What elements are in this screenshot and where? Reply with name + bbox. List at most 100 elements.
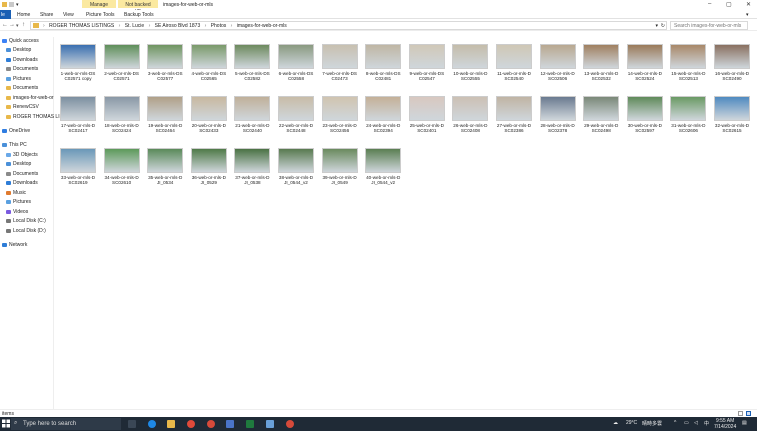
quick-access-toolbar-icon[interactable] xyxy=(9,2,14,7)
file-item[interactable]: 25-web-or-mls-D SC02401 xyxy=(405,96,449,146)
excel-icon[interactable] xyxy=(246,420,254,428)
file-item[interactable]: 18-web-or-mls-D SC02424 xyxy=(100,96,144,146)
file-item[interactable]: 38-web-or-mls-D JI_0544_v2 xyxy=(274,148,318,198)
file-item[interactable]: 30-web-or-mls-D SC02597 xyxy=(623,96,667,146)
taskbar-search-box[interactable]: ⌕ Type here to search xyxy=(11,418,121,430)
file-item[interactable]: 22-web-or-mls-D SC02448 xyxy=(274,96,318,146)
nav-item[interactable]: Downloads xyxy=(6,179,38,187)
file-item[interactable]: 26-web-or-mls-D SC02408 xyxy=(448,96,492,146)
nav-item[interactable]: Local Disk (D:) xyxy=(6,227,46,235)
language-icon[interactable]: 中 xyxy=(704,420,709,427)
tab-backup-status[interactable]: Not backed up xyxy=(118,0,158,14)
search-input[interactable] xyxy=(674,23,744,29)
minimize-icon[interactable]: – xyxy=(708,1,711,7)
large-icons-view-icon[interactable] xyxy=(746,411,751,416)
active-window-icon[interactable] xyxy=(226,420,234,428)
file-item[interactable]: 24-web-or-mls-D SC02394 xyxy=(361,96,405,146)
file-item[interactable]: 8-web-or-mls-DS C02481 xyxy=(361,44,405,94)
file-item[interactable]: 16-web-or-mls-D SC02490 xyxy=(710,44,754,94)
chrome-icon[interactable] xyxy=(286,420,294,428)
weather-icon[interactable]: ☁ xyxy=(613,420,618,426)
file-item[interactable]: 37-web-or-mls-D JI_0538 xyxy=(230,148,274,198)
file-item[interactable]: 29-web-or-mls-D SC02498 xyxy=(579,96,623,146)
file-item[interactable]: 33-web-or-mls-D SC02619 xyxy=(56,148,100,198)
nav-item[interactable]: Downloads xyxy=(6,56,38,64)
tab-file[interactable]: le xyxy=(0,10,11,19)
app-icon[interactable] xyxy=(266,420,274,428)
close-icon[interactable]: ✕ xyxy=(746,1,751,8)
file-item[interactable]: 32-web-or-mls-D SC02615 xyxy=(710,96,754,146)
nav-item[interactable]: OneDrive xyxy=(2,127,30,135)
weather-condition[interactable]: 晴時多雲 xyxy=(642,420,662,427)
volume-icon[interactable]: ◁ xyxy=(694,420,698,426)
recent-locations-icon[interactable]: ▾ xyxy=(16,23,19,29)
file-item[interactable]: 7-web-or-mls-DS C02473 xyxy=(318,44,362,94)
file-item[interactable]: 20-web-or-mls-D SC02433 xyxy=(187,96,231,146)
tab-view[interactable]: View xyxy=(63,12,74,18)
details-view-icon[interactable] xyxy=(738,411,743,416)
file-item[interactable]: 19-web-or-mls-D SC02464 xyxy=(143,96,187,146)
tab-share[interactable]: Share xyxy=(40,12,53,18)
chrome-profile-icon[interactable] xyxy=(207,420,215,428)
nav-item[interactable]: Local Disk (C:) xyxy=(6,217,46,225)
file-item[interactable]: 2-web-or-mls-DS C02571 xyxy=(100,44,144,94)
file-item[interactable]: 21-web-or-mls-D SC02440 xyxy=(230,96,274,146)
file-item[interactable]: 17-web-or-mls-D SC02417 xyxy=(56,96,100,146)
chrome-icon[interactable] xyxy=(187,420,195,428)
file-item[interactable]: 34-web-or-mls-D SC02610 xyxy=(100,148,144,198)
breadcrumb-item[interactable]: images-for-web-or-mls xyxy=(237,23,287,29)
nav-item[interactable]: Documents xyxy=(6,84,38,92)
file-item[interactable]: 9-web-or-mls-DS C02547 xyxy=(405,44,449,94)
nav-item[interactable]: Documents xyxy=(6,65,38,73)
nav-item[interactable]: 3D Objects xyxy=(6,151,38,159)
file-item[interactable]: 14-web-or-mls-D SC02524 xyxy=(623,44,667,94)
file-item[interactable]: 6-web-or-mls-DS C02558 xyxy=(274,44,318,94)
up-arrow-icon[interactable]: ↑ xyxy=(22,22,25,28)
file-item[interactable]: 13-web-or-mls-D SC02532 xyxy=(579,44,623,94)
windows-start-icon[interactable] xyxy=(2,419,10,428)
file-item[interactable]: 4-web-or-mls-DS C02565 xyxy=(187,44,231,94)
nav-item[interactable]: This PC xyxy=(2,141,27,149)
chevron-up-icon[interactable]: ^ xyxy=(674,420,676,426)
ribbon-collapse-icon[interactable]: ▾ xyxy=(746,12,749,18)
file-item[interactable]: 31-web-or-mls-D SC02606 xyxy=(666,96,710,146)
file-item[interactable]: 39-web-or-mls-D JI_0549 xyxy=(318,148,362,198)
nav-item[interactable]: Pictures xyxy=(6,75,31,83)
search-field[interactable] xyxy=(670,21,748,30)
file-item[interactable]: 40-web-or-mls-D JI_0544_v2 xyxy=(361,148,405,198)
nav-item[interactable]: Music xyxy=(6,189,26,197)
maximize-icon[interactable]: ▢ xyxy=(726,1,732,8)
edge-icon[interactable] xyxy=(148,420,156,428)
nav-item[interactable]: Documents xyxy=(6,170,38,178)
nav-item[interactable]: ROGER THOMAS LI xyxy=(6,113,60,121)
tab-backup-tools[interactable]: Backup Tools xyxy=(124,12,154,18)
file-explorer-icon[interactable] xyxy=(167,420,175,428)
nav-item[interactable]: Network xyxy=(2,241,27,249)
nav-item[interactable]: RenewCSV xyxy=(6,103,39,111)
clock[interactable]: 9:55 AM 7/14/2024 xyxy=(714,418,736,430)
back-arrow-icon[interactable]: ← xyxy=(2,22,8,28)
tab-picture-tools[interactable]: Picture Tools xyxy=(86,12,115,18)
weather-temperature[interactable]: 29°C xyxy=(626,420,637,426)
nav-item[interactable]: Desktop xyxy=(6,46,31,54)
notifications-icon[interactable]: ▤ xyxy=(742,420,747,426)
file-item[interactable]: 35-web-or-mls-D JI_0534 xyxy=(143,148,187,198)
file-item[interactable]: 11-web-or-mls-D SC02540 xyxy=(492,44,536,94)
file-item[interactable]: 28-web-or-mls-D SC02378 xyxy=(536,96,580,146)
nav-item[interactable]: images-for-web-or xyxy=(6,94,54,102)
breadcrumb-item[interactable]: St. Lucie xyxy=(125,23,144,29)
file-item[interactable]: 23-web-or-mls-D SC02456 xyxy=(318,96,362,146)
file-item[interactable]: 12-web-or-mls-D SC02506 xyxy=(536,44,580,94)
file-item[interactable]: 5-web-or-mls-DS C02582 xyxy=(230,44,274,94)
tab-home[interactable]: Home xyxy=(17,12,30,18)
network-icon[interactable]: ▭ xyxy=(684,420,689,426)
forward-arrow-icon[interactable]: → xyxy=(9,22,15,28)
file-item[interactable]: 36-web-or-mls-D JI_0529 xyxy=(187,148,231,198)
chevron-down-icon[interactable]: ▾ xyxy=(16,2,21,8)
file-item[interactable]: 3-web-or-mls-DS C02577 xyxy=(143,44,187,94)
breadcrumb-item[interactable]: Photos xyxy=(211,23,227,29)
breadcrumb-item[interactable]: ROGER THOMAS LISTINGS xyxy=(49,23,114,29)
nav-item[interactable]: Videos xyxy=(6,208,28,216)
tab-manage[interactable]: Manage xyxy=(82,0,116,8)
chevron-down-icon[interactable]: ▾ xyxy=(655,23,658,29)
